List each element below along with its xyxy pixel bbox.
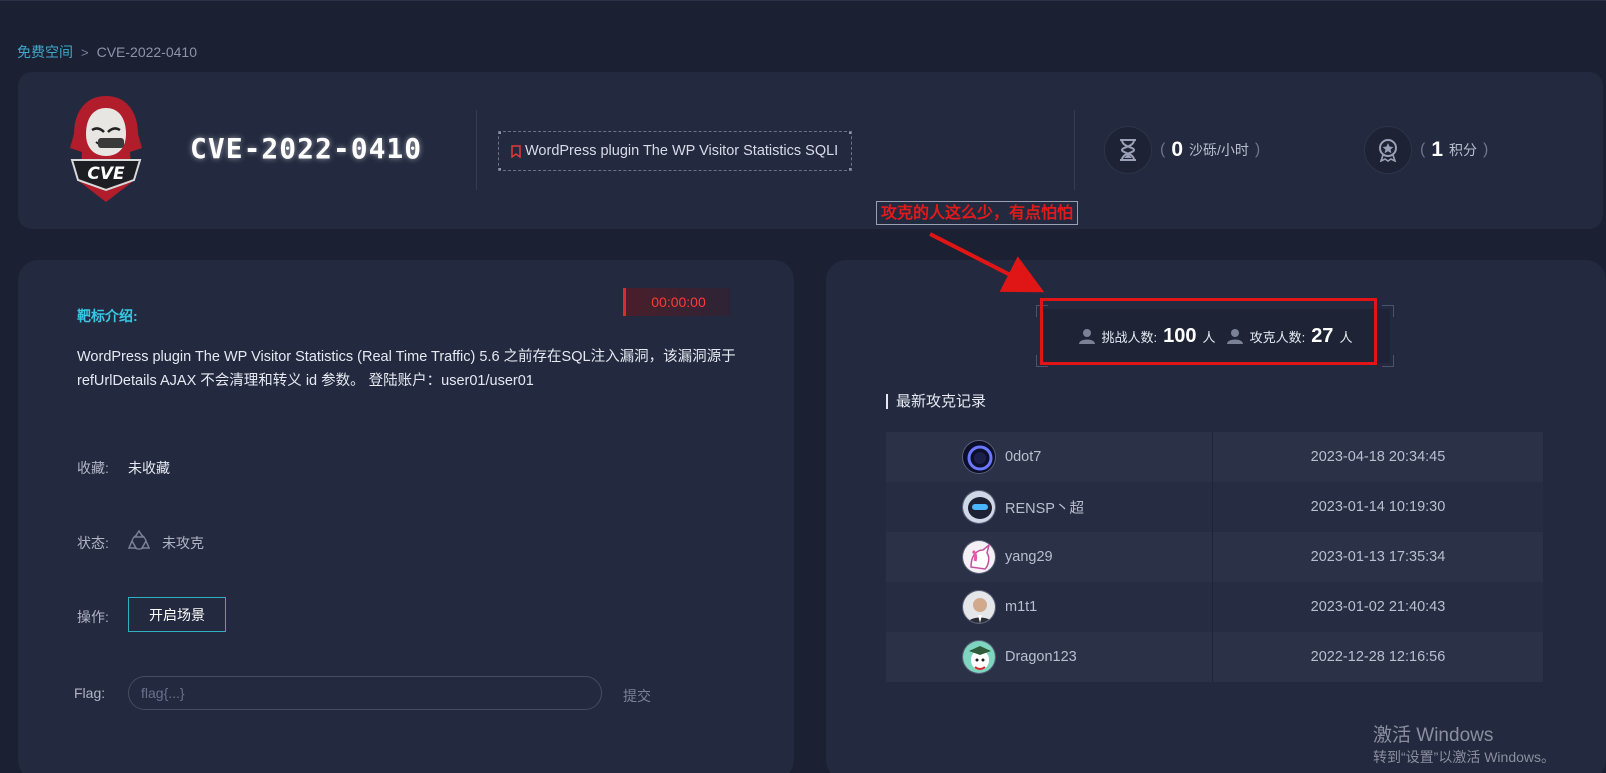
cve-logo: CVE [70, 96, 142, 202]
avatar[interactable] [962, 540, 996, 574]
avatar[interactable] [962, 590, 996, 624]
records-title: 最新攻克记录 [886, 394, 986, 409]
logo-text: CVE [87, 164, 125, 184]
favorite-value[interactable]: 未收藏 [128, 458, 170, 478]
bookmark-icon [511, 144, 521, 158]
countdown-timer: 00:00:00 [623, 288, 731, 316]
intro-title: 靶标介绍: [77, 308, 138, 324]
challenge-title: CVE-2022-0410 [190, 132, 423, 165]
paren-close: ) [1254, 141, 1261, 158]
record-time: 2022-12-28 12:16:56 [1310, 649, 1446, 665]
status-label: 状态: [77, 535, 109, 551]
breadcrumb-current: CVE-2022-0410 [96, 44, 197, 60]
table-row: 0dot7 2023-04-18 20:34:45 [886, 432, 1543, 482]
solve-records-table: 0dot7 2023-04-18 20:34:45 RENSP丶超 2023-0… [886, 432, 1543, 682]
sand-rate-stat: ( 0 沙砾/小时 ) [1104, 126, 1260, 174]
status-value: 未攻克 [162, 535, 204, 551]
table-row: RENSP丶超 2023-01-14 10:19:30 [886, 482, 1543, 532]
highlight-box [1040, 298, 1377, 365]
record-user[interactable]: RENSP丶超 [1005, 497, 1084, 518]
points-unit: 积分 [1449, 142, 1478, 158]
record-user[interactable]: yang29 [1005, 549, 1053, 565]
medal-icon [1364, 126, 1412, 174]
divider [1074, 110, 1075, 190]
divider [476, 110, 477, 190]
record-user[interactable]: 0dot7 [1005, 449, 1041, 465]
intro-text: WordPress plugin The WP Visitor Statisti… [77, 349, 736, 389]
breadcrumb-free-space-link[interactable]: 免费空间 [17, 42, 73, 62]
record-time: 2023-01-02 21:40:43 [1310, 599, 1446, 615]
record-user[interactable]: m1t1 [1005, 599, 1037, 615]
sand-unit: 沙砾/小时 [1189, 142, 1249, 158]
recycle-icon [128, 529, 150, 550]
top-border [0, 0, 1606, 1]
breadcrumb: 免费空间 > CVE-2022-0410 [17, 42, 197, 62]
avatar[interactable] [962, 440, 996, 474]
record-time: 2023-04-18 20:34:45 [1310, 449, 1446, 465]
start-scene-button[interactable]: 开启场景 [128, 597, 226, 632]
table-row: yang29 2023-01-13 17:35:34 [886, 532, 1543, 582]
activation-watermark-title: 激活 Windows [1373, 725, 1494, 746]
hourglass-icon [1104, 126, 1152, 174]
table-row: Dragon123 2022-12-28 12:16:56 [886, 632, 1543, 682]
challenge-tag: WordPress plugin The WP Visitor Statisti… [498, 131, 852, 171]
sand-value: 0 [1171, 138, 1184, 161]
paren-open: ( [1420, 141, 1426, 158]
tag-text: WordPress plugin The WP Visitor Statisti… [525, 143, 839, 159]
activation-watermark-hint: 转到“设置”以激活 Windows。 [1373, 749, 1556, 765]
flag-label: Flag: [74, 685, 106, 701]
record-time: 2023-01-14 10:19:30 [1310, 499, 1446, 515]
record-time: 2023-01-13 17:35:34 [1310, 549, 1446, 565]
submit-button[interactable]: 提交 [623, 686, 651, 706]
points-value: 1 [1431, 138, 1444, 161]
favorite-label: 收藏: [77, 460, 109, 476]
annotation-note: 攻克的人这么少，有点怕怕 [876, 201, 1079, 225]
paren-open: ( [1160, 141, 1166, 158]
flag-input[interactable] [128, 676, 602, 710]
avatar[interactable] [962, 640, 996, 674]
action-label: 操作: [77, 609, 109, 625]
record-user[interactable]: Dragon123 [1005, 649, 1077, 665]
avatar[interactable] [962, 490, 996, 524]
challenge-header: CVE CVE-2022-0410 WordPress plugin The W… [18, 72, 1603, 229]
table-row: m1t1 2023-01-02 21:40:43 [886, 582, 1543, 632]
paren-close: ) [1483, 141, 1489, 158]
chevron-right-icon: > [81, 44, 89, 60]
points-stat: ( 1 积分 ) [1364, 126, 1488, 174]
